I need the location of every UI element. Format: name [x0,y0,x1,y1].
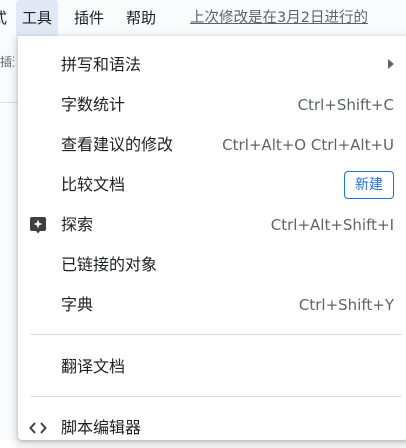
style-select-fragment[interactable]: 插道 [0,53,14,70]
toolbar-divider [0,102,18,103]
menu-item-script-editor[interactable]: 脚本编辑器 [18,408,406,448]
menu-item-translate-document[interactable]: 翻译文档 [18,347,406,387]
menu-item-label: 拼写和语法 [61,55,142,74]
submenu-arrow-icon [388,59,394,69]
menu-addons[interactable]: 插件 [74,0,104,36]
menu-item-shortcut: Ctrl+Shift+C [297,96,394,114]
menu-item-explore[interactable]: 探索 Ctrl+Alt+Shift+I [18,205,406,245]
menu-item-label: 字典 [61,295,94,314]
menu-separator [30,334,402,335]
menu-item-dictionary[interactable]: 字典 Ctrl+Shift+Y [18,285,406,325]
menu-item-label: 字数统计 [61,95,126,114]
toolbar-fragment: 插道 [0,36,18,440]
tools-menu: 拼写和语法 字数统计 Ctrl+Shift+C 查看建议的修改 Ctrl+Alt… [18,36,406,440]
menu-item-label: 探索 [61,215,94,234]
menu-item-shortcut: Ctrl+Alt+O Ctrl+Alt+U [222,136,394,154]
new-badge: 新建 [344,171,394,199]
menu-tools[interactable]: 工具 [16,0,59,36]
menu-item-word-count[interactable]: 字数统计 Ctrl+Shift+C [18,85,406,125]
menu-item-shortcut: Ctrl+Alt+Shift+I [270,216,394,234]
menu-item-shortcut: Ctrl+Shift+Y [298,296,394,314]
menu-item-label: 脚本编辑器 [61,418,142,437]
explore-icon [29,216,47,234]
menu-item-label: 查看建议的修改 [61,135,174,154]
last-edit-link[interactable]: 上次修改是在3月2日进行的 [190,0,406,36]
menu-bar: 式 工具 插件 帮助 上次修改是在3月2日进行的 [0,0,406,36]
menu-item-label: 比较文档 [61,175,126,194]
code-icon [29,419,47,437]
menu-item-linked-objects[interactable]: 已链接的对象 [18,245,406,285]
menu-help[interactable]: 帮助 [126,0,156,36]
menu-item-label: 翻译文档 [61,357,126,376]
menu-separator [30,396,402,397]
menu-item-label: 已链接的对象 [61,255,158,274]
menu-item-spelling-grammar[interactable]: 拼写和语法 [18,45,406,85]
menu-format[interactable]: 式 [0,0,7,36]
menu-item-compare-documents[interactable]: 比较文档 新建 [18,165,406,205]
menu-item-review-suggested-edits[interactable]: 查看建议的修改 Ctrl+Alt+O Ctrl+Alt+U [18,125,406,165]
